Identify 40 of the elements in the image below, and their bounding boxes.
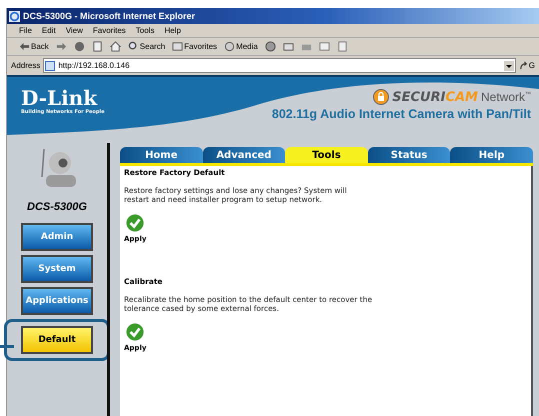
checkmark-icon [126, 323, 144, 341]
sidebar-button[interactable]: Default [21, 326, 93, 354]
dropdown-icon[interactable] [504, 60, 514, 70]
brand-suffix: Network$^{™}$ [480, 90, 531, 104]
product-subtitle: 802.11g Audio Internet Camera with Pan/Tilt [272, 107, 531, 121]
back-icon [19, 41, 30, 52]
nav-tab[interactable]: Advanced [202, 147, 286, 163]
menu-item[interactable]: Favorites [92, 26, 126, 35]
home-button[interactable] [108, 40, 123, 53]
sidebar-button[interactable]: Applications [21, 287, 93, 315]
favorites-button[interactable]: Favorites [170, 40, 220, 53]
menu-item[interactable]: View [66, 26, 83, 35]
nav-tab[interactable]: Help [450, 147, 533, 163]
menu-item[interactable]: Tools [136, 26, 154, 35]
back-button[interactable]: Back [17, 40, 51, 53]
window-title: DCS-5300G - Microsoft Internet Explorer [23, 11, 196, 21]
search-button[interactable]: Search [126, 40, 168, 53]
menu-item[interactable]: Help [164, 26, 181, 35]
address-field[interactable]: http://192.168.0.146 [43, 58, 516, 73]
lock-icon [373, 89, 390, 105]
media-button[interactable]: Media [222, 40, 260, 53]
checkmark-icon [126, 214, 144, 232]
go-button[interactable]: G [518, 61, 535, 70]
forward-icon [56, 41, 67, 52]
sidebar-button[interactable]: System [21, 255, 93, 283]
nav-tab[interactable]: Home [120, 147, 203, 163]
sidebar-button[interactable]: Admin [21, 223, 93, 251]
brand-name: SECURICAM [392, 90, 478, 104]
nav-tab[interactable]: Status [368, 147, 450, 163]
nav-tab[interactable]: Tools [285, 147, 368, 163]
address-label: Address [11, 61, 40, 70]
logo-text: D-Link [21, 87, 98, 109]
search-icon [128, 41, 139, 52]
home-icon [110, 41, 121, 52]
menu-item[interactable]: Edit [42, 26, 56, 35]
model-name: DCS-5300G [27, 201, 87, 213]
page-icon [45, 60, 56, 70]
browser-icon [9, 10, 20, 22]
go-arrow-icon [518, 61, 528, 70]
menu-item[interactable]: File [19, 26, 32, 35]
